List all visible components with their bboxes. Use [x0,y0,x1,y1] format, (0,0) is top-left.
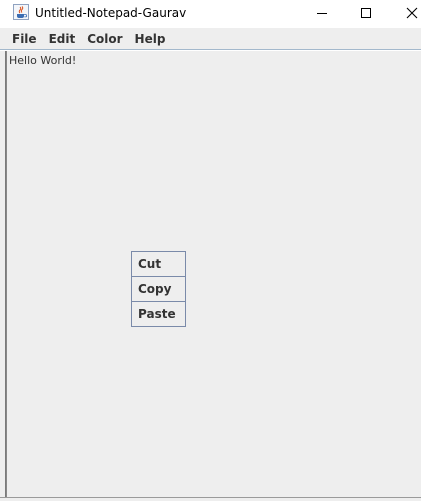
window-bottom-border [0,497,421,501]
close-button[interactable] [389,0,421,26]
context-menu-paste[interactable]: Paste [132,302,185,326]
editor-text: Hello World! [9,54,77,67]
menu-edit[interactable]: Edit [43,29,82,49]
context-menu: Cut Copy Paste [131,251,186,327]
java-cup-icon[interactable] [13,4,29,20]
menu-color[interactable]: Color [81,29,128,49]
editor-text-area[interactable]: Hello World! [6,51,421,498]
window-title: Untitled-Notepad-Gaurav [35,6,187,20]
menu-file[interactable]: File [6,29,43,49]
context-menu-cut[interactable]: Cut [132,252,185,277]
notepad-window: Untitled-Notepad-Gaurav File Edit Color … [0,0,421,501]
minimize-button[interactable] [299,0,345,26]
context-menu-copy[interactable]: Copy [132,277,185,302]
maximize-icon [360,4,372,23]
menu-bar: File Edit Color Help [0,28,421,50]
minimize-icon [316,4,328,23]
close-icon [406,4,418,23]
menu-help[interactable]: Help [129,29,172,49]
maximize-button[interactable] [343,0,389,26]
title-bar[interactable]: Untitled-Notepad-Gaurav [0,0,421,28]
